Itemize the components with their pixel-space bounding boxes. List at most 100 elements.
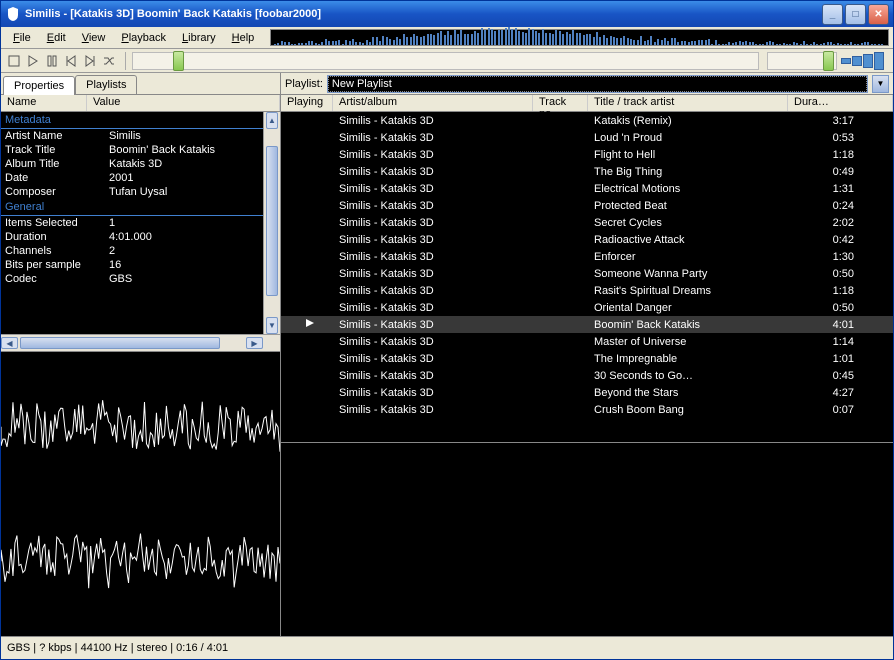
playlist-row[interactable]: Similis - Katakis 3D Protected Beat0:24 [281, 197, 893, 214]
playlist-row[interactable]: Similis - Katakis 3D30 Seconds to Go…0:4… [281, 367, 893, 384]
cell-duration: 4:27 [812, 387, 872, 399]
prop-duration[interactable]: Duration4:01.000 [1, 230, 280, 244]
menu-library[interactable]: Library [174, 30, 224, 46]
section-general: General [1, 199, 280, 216]
cell-duration: 1:31 [812, 183, 872, 195]
cell-artist: Similis - Katakis 3D [339, 166, 539, 178]
cell-title: 30 Seconds to Go… [594, 370, 812, 382]
playlist-row[interactable]: Similis - Katakis 3DFlight to Hell1:18 [281, 146, 893, 163]
cell-title: Katakis (Remix) [594, 115, 812, 127]
props-col-name[interactable]: Name [1, 95, 87, 111]
scroll-left-icon[interactable]: ◀ [1, 337, 18, 349]
toolbar [1, 49, 893, 73]
close-button[interactable]: ✕ [868, 4, 889, 25]
titlebar-text: Similis - [Katakis 3D] Boomin' Back Kata… [25, 8, 822, 20]
playlist-row[interactable]: Similis - Katakis 3DLoud 'n Proud0:53 [281, 129, 893, 146]
app-icon [5, 6, 21, 22]
play-button[interactable] [24, 52, 42, 70]
playlist-row[interactable]: Similis - Katakis 3DThe Big Thing0:49 [281, 163, 893, 180]
menu-playback[interactable]: Playback [113, 30, 174, 46]
playlist-row[interactable]: Similis - Katakis 3DCrush Boom Bang0:07 [281, 401, 893, 418]
props-scrollbar-vertical[interactable]: ▲ ▼ [263, 112, 280, 334]
col-artist[interactable]: Artist/album [333, 95, 533, 111]
playlist-row[interactable]: Similis - Katakis 3D Electrical Motions1:… [281, 180, 893, 197]
cell-title: Electrical Motions [594, 183, 812, 195]
menubar: File Edit View Playback Library Help [1, 27, 266, 48]
scroll-up-icon[interactable]: ▲ [266, 112, 278, 129]
maximize-button[interactable]: □ [845, 4, 866, 25]
waveform-visualizer [1, 351, 280, 636]
playlist-row[interactable]: Similis - Katakis 3DRasit's Spiritual Dr… [281, 282, 893, 299]
prop-channels[interactable]: Channels2 [1, 244, 280, 258]
minimize-button[interactable]: _ [822, 4, 843, 25]
prop-artist-name[interactable]: Artist NameSimilis [1, 129, 280, 143]
cell-artist: Similis - Katakis 3D [339, 251, 539, 263]
volume-slider[interactable] [767, 52, 837, 70]
playlist-row[interactable]: Similis - Katakis 3DEnforcer1:30 [281, 248, 893, 265]
playlist-row[interactable]: Similis - Katakis 3DSecret Cycles2:02 [281, 214, 893, 231]
pause-button[interactable] [43, 52, 61, 70]
cell-title: Enforcer [594, 251, 812, 263]
cell-title: Loud 'n Proud [594, 132, 812, 144]
cell-duration: 0:53 [812, 132, 872, 144]
statusbar-text: GBS | ? kbps | 44100 Hz | stereo | 0:16 … [7, 642, 228, 654]
app-window: Similis - [Katakis 3D] Boomin' Back Kata… [0, 0, 894, 660]
playlist-row[interactable]: Similis - Katakis 3DBoomin' Back Katakis… [281, 316, 893, 333]
cell-artist: Similis - Katakis 3D [339, 404, 539, 416]
cell-duration: 0:50 [812, 268, 872, 280]
random-button[interactable] [100, 52, 118, 70]
prev-button[interactable] [62, 52, 80, 70]
menu-edit[interactable]: Edit [39, 30, 74, 46]
menu-help[interactable]: Help [224, 30, 263, 46]
cell-title: Someone Wanna Party [594, 268, 812, 280]
prop-album-title[interactable]: Album TitleKatakis 3D [1, 157, 280, 171]
cell-artist: Similis - Katakis 3D [339, 285, 539, 297]
cell-artist: Similis - Katakis 3D [339, 353, 539, 365]
playlist-selector[interactable]: New Playlist [327, 75, 868, 93]
playlist-row[interactable]: Similis - Katakis 3D Master of Universe1:… [281, 333, 893, 350]
col-title[interactable]: Title / track artist [588, 95, 788, 111]
next-button[interactable] [81, 52, 99, 70]
cell-title: Flight to Hell [594, 149, 812, 161]
seek-slider[interactable] [132, 52, 759, 70]
cell-title: Master of Universe [594, 336, 812, 348]
playlist-row[interactable]: Similis - Katakis 3DBeyond the Stars4:27 [281, 384, 893, 401]
cell-artist: Similis - Katakis 3D [339, 387, 539, 399]
playlist-row[interactable]: Similis - Katakis 3DKatakis (Remix)3:17 [281, 112, 893, 129]
cell-title: Protected Beat [594, 200, 812, 212]
col-playing[interactable]: Playing [281, 95, 333, 111]
props-col-value[interactable]: Value [87, 95, 280, 111]
prop-date[interactable]: Date2001 [1, 171, 280, 185]
stop-button[interactable] [5, 52, 23, 70]
tab-properties[interactable]: Properties [3, 76, 75, 95]
col-duration[interactable]: Dura… [788, 95, 893, 111]
cell-duration: 0:24 [812, 200, 872, 212]
chevron-down-icon[interactable]: ▼ [872, 75, 889, 93]
col-trackno[interactable]: Track no [533, 95, 588, 111]
prop-composer[interactable]: ComposerTufan Uysal [1, 185, 280, 199]
cell-artist: Similis - Katakis 3D [339, 200, 539, 212]
cell-duration: 4:01 [812, 319, 872, 331]
cell-duration: 0:49 [812, 166, 872, 178]
playlist-row[interactable]: Similis - Katakis 3DRadioactive Attack0:… [281, 231, 893, 248]
titlebar[interactable]: Similis - [Katakis 3D] Boomin' Back Kata… [1, 1, 893, 27]
menu-view[interactable]: View [74, 30, 114, 46]
cell-artist: Similis - Katakis 3D [339, 183, 539, 195]
scroll-down-icon[interactable]: ▼ [266, 317, 278, 334]
playlist-row[interactable]: Similis - Katakis 3DSomeone Wanna Party0… [281, 265, 893, 282]
prop-track-title[interactable]: Track TitleBoomin' Back Katakis [1, 143, 280, 157]
menu-file[interactable]: File [5, 30, 39, 46]
tab-playlists[interactable]: Playlists [75, 75, 137, 94]
cell-title: Crush Boom Bang [594, 404, 812, 416]
playlist-row[interactable]: Similis - Katakis 3DOriental Danger0:50 [281, 299, 893, 316]
prop-codec[interactable]: CodecGBS [1, 272, 280, 286]
cell-duration: 1:14 [812, 336, 872, 348]
cell-artist: Similis - Katakis 3D [339, 115, 539, 127]
prop-bits[interactable]: Bits per sample16 [1, 258, 280, 272]
scroll-right-icon[interactable]: ▶ [246, 337, 263, 349]
playlist-body[interactable]: Similis - Katakis 3DKatakis (Remix)3:17S… [281, 112, 893, 442]
props-scrollbar-horizontal[interactable]: ◀ ▶ [1, 334, 280, 351]
prop-items-selected[interactable]: Items Selected1 [1, 216, 280, 230]
playlist-row[interactable]: Similis - Katakis 3DThe Impregnable1:01 [281, 350, 893, 367]
cell-artist: Similis - Katakis 3D [339, 336, 539, 348]
